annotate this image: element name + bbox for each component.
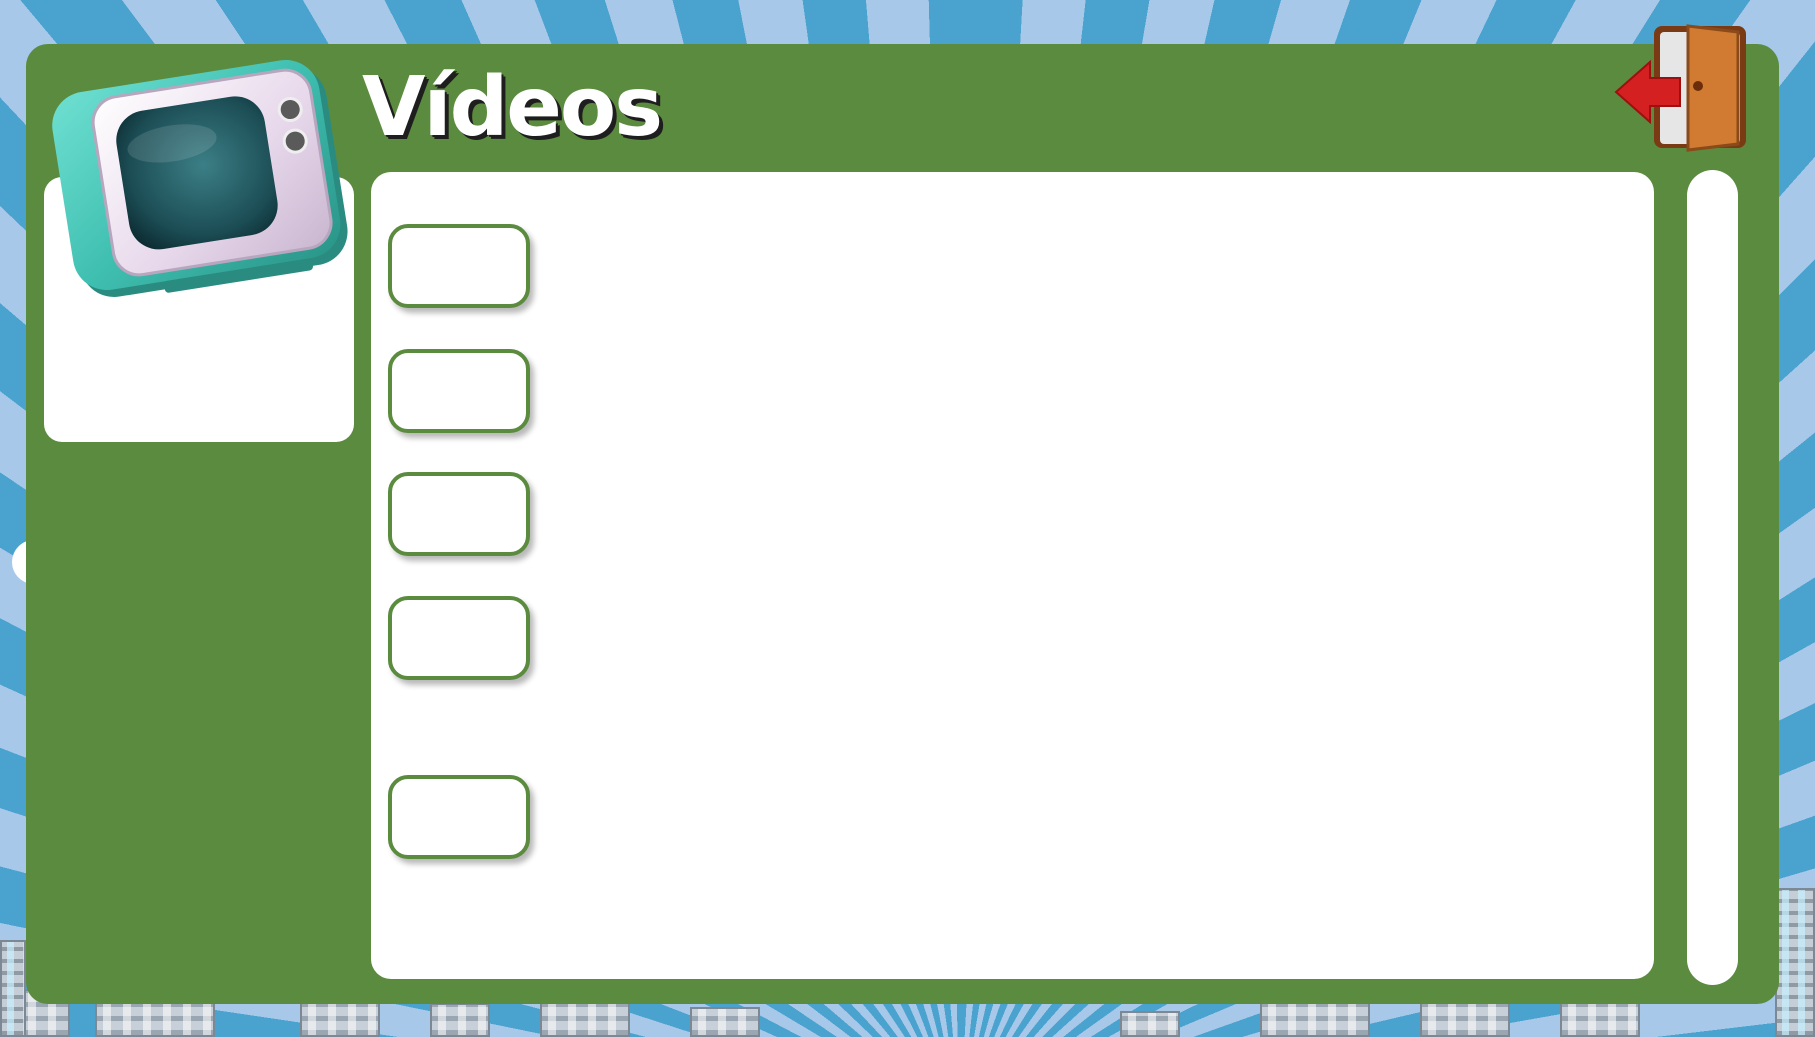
video-slot-4[interactable] <box>388 596 530 680</box>
scrollbar-track[interactable] <box>1687 170 1738 985</box>
building <box>1120 1011 1180 1037</box>
video-slot-5[interactable] <box>388 775 530 859</box>
video-slot-1[interactable] <box>388 224 530 308</box>
building <box>430 1003 490 1037</box>
video-slot-3[interactable] <box>388 472 530 556</box>
building <box>540 1001 630 1037</box>
building <box>0 940 26 1037</box>
page-title: Vídeos <box>362 60 663 155</box>
building <box>1775 888 1815 1037</box>
exit-door-arrow-icon[interactable] <box>1610 22 1755 152</box>
building <box>690 1007 760 1037</box>
building <box>1260 999 1370 1037</box>
video-list-area <box>371 172 1654 979</box>
retro-tv-icon <box>52 60 348 297</box>
building <box>1560 1001 1640 1037</box>
video-slot-2[interactable] <box>388 349 530 433</box>
